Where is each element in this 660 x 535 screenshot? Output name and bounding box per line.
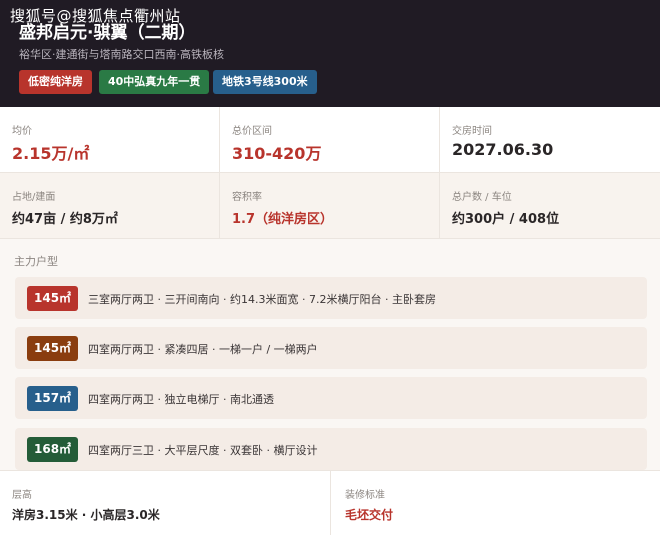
info-value: 洋房3.15米 · 小高层3.0米	[12, 508, 160, 522]
stat-total-price: 总价区间 310-420万	[220, 107, 440, 173]
stat-households-parking: 总户数 / 车位 约300户 / 408位	[440, 173, 660, 239]
unit-size-badge: 168㎡	[27, 437, 79, 462]
stat-value: 约47亩 / 约8万㎡	[12, 212, 118, 227]
info-label: 层高	[12, 490, 32, 501]
tag-school: 40中弘真九年一贯	[99, 70, 210, 94]
key-stats-grid: 均价 2.15万/㎡ 总价区间 310-420万 交房时间 2027.06.30…	[0, 107, 660, 239]
units-section-title: 主力户型	[14, 255, 58, 268]
unit-row: 145㎡ 三室两厅两卫 · 三开间南向 · 约14.3米面宽 · 7.2米横厅阳…	[15, 277, 647, 319]
stat-land-area: 占地/建面 约47亩 / 约8万㎡	[0, 173, 220, 239]
unit-description: 四室两厅两卫 · 独立电梯厅 · 南北通透	[88, 393, 274, 406]
info-value: 毛坯交付	[345, 508, 394, 522]
unit-row: 145㎡ 四室两厅两卫 · 紧凑四居 · 一梯一户 / 一梯两户	[15, 327, 647, 369]
unit-description: 四室两厅三卫 · 大平层尺度 · 双套卧 · 横厅设计	[88, 444, 318, 457]
stat-label: 容积率	[232, 192, 262, 203]
stat-avg-price: 均价 2.15万/㎡	[0, 107, 220, 173]
tag-metro: 地铁3号线300米	[213, 70, 317, 94]
stat-label: 交房时间	[452, 126, 492, 137]
project-location: 裕华区·建通街与塔南路交口西南·高铁板核	[19, 48, 224, 61]
decoration-standard-cell: 装修标准 毛坯交付	[333, 471, 660, 535]
stat-plot-ratio: 容积率 1.7（纯洋房区）	[220, 173, 440, 239]
stat-value: 2.15万/㎡	[12, 144, 90, 163]
unit-size-badge: 145㎡	[27, 336, 79, 361]
unit-size-badge: 145㎡	[27, 286, 79, 311]
unit-row: 157㎡ 四室两厅两卫 · 独立电梯厅 · 南北通透	[15, 377, 647, 419]
tag-low-density: 低密纯洋房	[19, 70, 92, 94]
unit-description: 三室两厅两卫 · 三开间南向 · 约14.3米面宽 · 7.2米横厅阳台 · 主…	[88, 293, 436, 306]
stat-value: 1.7（纯洋房区）	[232, 212, 334, 227]
stat-value: 310-420万	[232, 144, 322, 163]
stat-value: 约300户 / 408位	[452, 212, 560, 227]
project-title: 盛邦启元·骐翼（二期）	[19, 23, 196, 43]
info-label: 装修标准	[345, 490, 385, 501]
unit-size-badge: 157㎡	[27, 386, 79, 411]
stat-delivery-date: 交房时间 2027.06.30	[440, 107, 660, 173]
stat-label: 占地/建面	[12, 192, 56, 203]
bottom-info-bar: 层高 洋房3.15米 · 小高层3.0米 装修标准 毛坯交付	[0, 470, 660, 535]
stat-label: 均价	[12, 126, 32, 137]
stat-label: 总户数 / 车位	[452, 192, 512, 203]
stat-value: 2027.06.30	[452, 140, 554, 159]
stat-label: 总价区间	[232, 126, 272, 137]
floor-height-cell: 层高 洋房3.15米 · 小高层3.0米	[0, 471, 331, 535]
unit-description: 四室两厅两卫 · 紧凑四居 · 一梯一户 / 一梯两户	[88, 343, 318, 356]
project-header: 搜狐号@搜狐焦点衢州站 盛邦启元·骐翼（二期） 裕华区·建通街与塔南路交口西南·…	[0, 0, 660, 107]
unit-row: 168㎡ 四室两厅三卫 · 大平层尺度 · 双套卧 · 横厅设计	[15, 428, 647, 470]
